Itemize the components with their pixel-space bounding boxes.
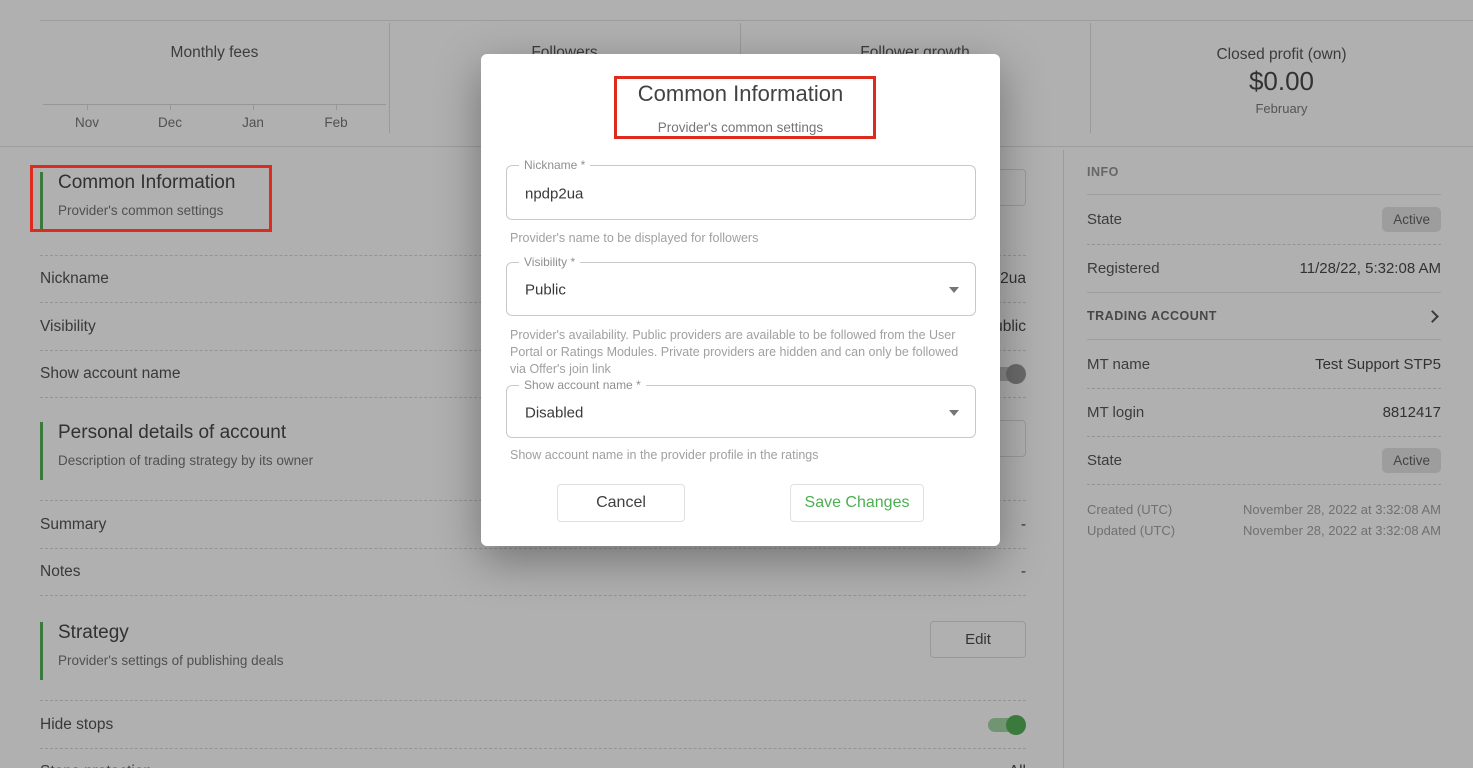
show-account-name-select-label: Show account name *: [519, 378, 646, 392]
common-information-modal: Common Information Provider's common set…: [481, 54, 1000, 546]
nickname-field[interactable]: Nickname * npdp2ua: [506, 165, 976, 220]
modal-subtitle: Provider's common settings: [481, 120, 1000, 135]
nickname-field-label: Nickname *: [519, 158, 590, 172]
provider-settings-screen: Monthly fees Followers Follower growth C…: [0, 0, 1473, 768]
show-account-name-helper-text: Show account name in the provider profil…: [510, 447, 965, 464]
chevron-down-icon: [949, 410, 959, 416]
visibility-select-label: Visibility *: [519, 255, 580, 269]
visibility-helper-text: Provider's availability. Public provider…: [510, 327, 965, 378]
show-account-name-select[interactable]: Show account name * Disabled: [506, 385, 976, 438]
modal-title: Common Information: [481, 81, 1000, 107]
show-account-name-select-value: Disabled: [525, 404, 583, 421]
nickname-helper-text: Provider's name to be displayed for foll…: [510, 230, 965, 247]
nickname-field-value: npdp2ua: [525, 185, 583, 202]
visibility-select-value: Public: [525, 282, 566, 299]
save-changes-button[interactable]: Save Changes: [790, 484, 924, 522]
chevron-down-icon: [949, 287, 959, 293]
cancel-button[interactable]: Cancel: [557, 484, 685, 522]
visibility-select[interactable]: Visibility * Public: [506, 262, 976, 316]
